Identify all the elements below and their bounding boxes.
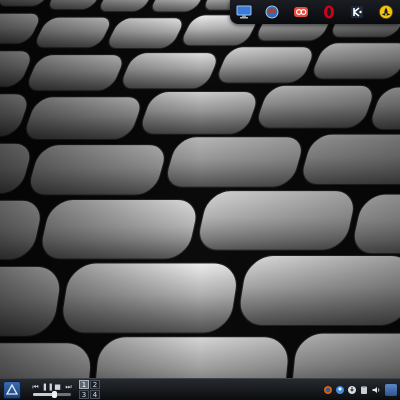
seek-slider[interactable] [33, 391, 71, 398]
update-icon[interactable] [347, 385, 357, 395]
pause-icon[interactable]: ❚❚ [42, 383, 54, 392]
volume-icon[interactable] [371, 385, 381, 395]
desktop-2-button[interactable]: 2 [90, 380, 100, 389]
firefox-icon[interactable] [323, 385, 333, 395]
openoffice-icon[interactable] [292, 3, 310, 21]
desktop-monitor-icon[interactable] [235, 3, 253, 21]
desktop-1-button[interactable]: 1 [79, 380, 89, 389]
hazard-warning-icon[interactable] [377, 3, 395, 21]
system-tray [323, 383, 397, 396]
desktop-pager: 1 2 3 4 [79, 380, 100, 399]
kopete-icon[interactable] [335, 385, 345, 395]
next-icon[interactable]: ⏭ [64, 383, 73, 392]
clipboard-icon[interactable] [359, 385, 369, 395]
network-globe-icon[interactable] [263, 3, 281, 21]
kde-gear-icon[interactable] [348, 3, 366, 21]
bottom-panel: ⏮ ❚❚ ■ ⏭ 1 2 3 4 [0, 378, 400, 400]
menu-launcher-icon [5, 383, 19, 395]
opera-browser-icon[interactable] [320, 3, 338, 21]
previous-icon[interactable]: ⏮ [31, 383, 40, 392]
seek-progress [33, 393, 54, 396]
top-dock [230, 0, 400, 24]
desktop-wallpaper [0, 0, 400, 400]
seek-handle[interactable] [51, 391, 57, 398]
media-player-controls: ⏮ ❚❚ ■ ⏭ [31, 383, 73, 398]
application-menu-button[interactable] [3, 380, 21, 399]
desktop-4-button[interactable]: 4 [90, 390, 100, 399]
desktop-3-button[interactable]: 3 [79, 390, 89, 399]
wallpaper-tiles [0, 0, 400, 400]
network-icon[interactable] [385, 383, 397, 396]
